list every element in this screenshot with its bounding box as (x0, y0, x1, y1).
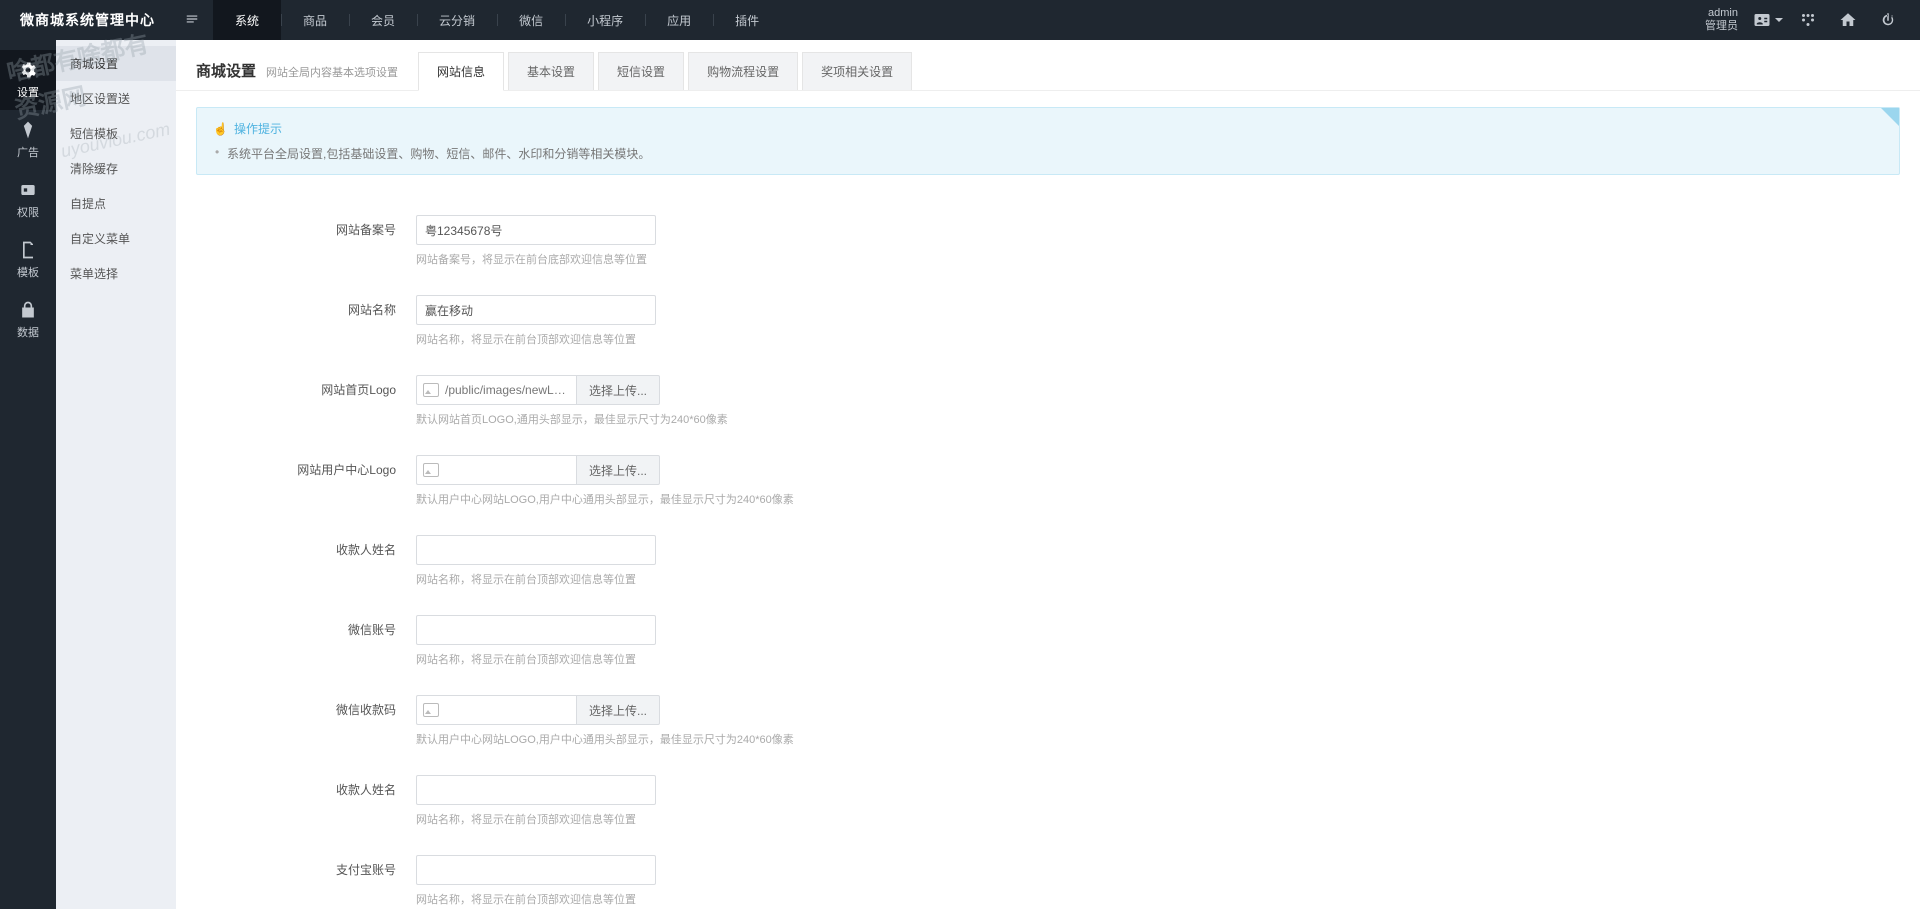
page-title: 商城设置 (196, 60, 256, 81)
upload-path (416, 695, 576, 725)
id-card-icon[interactable] (1748, 0, 1788, 40)
power-icon[interactable] (1868, 0, 1908, 40)
tab[interactable]: 网站信息 (418, 52, 504, 91)
top-bar: 微商城系统管理中心 系统商品会员云分销微信小程序应用插件 admin 管理员 (0, 0, 1920, 40)
sidebar-icon-gear[interactable]: 设置 (0, 50, 56, 110)
diamond-icon (18, 120, 38, 140)
form-label: 网站首页Logo (196, 375, 416, 398)
upload-path (416, 455, 576, 485)
sidebar-sub-item[interactable]: 菜单选择 (56, 256, 176, 291)
sidebar-sub-item[interactable]: 自定义菜单 (56, 221, 176, 256)
form-row: 微信收款码 选择上传... 默认用户中心网站LOGO,用户中心通用头部显示，最佳显示… (196, 681, 1900, 761)
form-row: 网站用户中心Logo 选择上传... 默认用户中心网站LOGO,用户中心通用头部显示… (196, 441, 1900, 521)
sidebar-submenu: 商城设置地区设置送短信模板清除缓存自提点自定义菜单菜单选择 (56, 40, 176, 909)
badge-icon (18, 180, 38, 200)
sidebar-icon-lock[interactable]: 数据 (0, 290, 56, 350)
sidebar-sub-item[interactable]: 地区设置送 (56, 81, 176, 116)
help-text: 网站名称，将显示在前台顶部欢迎信息等位置 (416, 331, 1900, 347)
form-row: 网站备案号网站备案号，将显示在前台底部欢迎信息等位置 (196, 201, 1900, 281)
tab[interactable]: 购物流程设置 (688, 52, 798, 90)
top-nav-item[interactable]: 微信 (497, 0, 565, 40)
help-text: 网站名称，将显示在前台顶部欢迎信息等位置 (416, 811, 1900, 827)
text-input[interactable] (416, 535, 656, 565)
user-name: admin (1705, 7, 1738, 20)
form-label: 收款人姓名 (196, 775, 416, 798)
top-nav-item[interactable]: 插件 (713, 0, 781, 40)
help-text: 默认网站首页LOGO,通用头部显示，最佳显示尺寸为240*60像素 (416, 411, 1900, 427)
sidebar-sub-item[interactable]: 清除缓存 (56, 151, 176, 186)
sidebar-sub-item[interactable]: 自提点 (56, 186, 176, 221)
tabs: 网站信息基本设置短信设置购物流程设置奖项相关设置 (418, 52, 916, 90)
help-text: 网站名称，将显示在前台顶部欢迎信息等位置 (416, 571, 1900, 587)
form-row: 支付宝账号网站名称，将显示在前台顶部欢迎信息等位置 (196, 841, 1900, 909)
tab[interactable]: 奖项相关设置 (802, 52, 912, 90)
sidebar-icon-badge[interactable]: 权限 (0, 170, 56, 230)
sidebar-icons: 设置广告权限模板数据 (0, 40, 56, 909)
sidebar-icon-diamond[interactable]: 广告 (0, 110, 56, 170)
top-nav-item[interactable]: 云分销 (417, 0, 497, 40)
form-label: 网站名称 (196, 295, 416, 318)
top-nav: 系统商品会员云分销微信小程序应用插件 (213, 0, 781, 40)
text-input[interactable] (416, 215, 656, 245)
upload-button[interactable]: 选择上传... (576, 695, 660, 725)
page-subtitle: 网站全局内容基本选项设置 (266, 64, 398, 80)
sidebar-sub-item[interactable]: 商城设置 (56, 46, 176, 81)
tab[interactable]: 短信设置 (598, 52, 684, 90)
top-nav-item[interactable]: 会员 (349, 0, 417, 40)
sidebar-collapse-button[interactable] (171, 12, 213, 29)
form-row: 微信账号网站名称，将显示在前台顶部欢迎信息等位置 (196, 601, 1900, 681)
form-row: 收款人姓名网站名称，将显示在前台顶部欢迎信息等位置 (196, 521, 1900, 601)
form-row: 收款人姓名网站名称，将显示在前台顶部欢迎信息等位置 (196, 761, 1900, 841)
form-label: 网站备案号 (196, 215, 416, 238)
tab[interactable]: 基本设置 (508, 52, 594, 90)
form-row: 网站首页Logo/public/images/newLogo.pn选择上传...… (196, 361, 1900, 441)
top-nav-item[interactable]: 应用 (645, 0, 713, 40)
upload-button[interactable]: 选择上传... (576, 375, 660, 405)
hand-icon: ☝ (213, 122, 228, 136)
text-input[interactable] (416, 295, 656, 325)
top-nav-item[interactable]: 系统 (213, 0, 281, 40)
alert-title: 操作提示 (234, 122, 282, 136)
text-input[interactable] (416, 615, 656, 645)
text-input[interactable] (416, 775, 656, 805)
help-text: 网站名称，将显示在前台顶部欢迎信息等位置 (416, 891, 1900, 907)
form-label: 支付宝账号 (196, 855, 416, 878)
form-label: 网站用户中心Logo (196, 455, 416, 478)
tip-alert: ☝ 操作提示 系统平台全局设置,包括基础设置、购物、短信、邮件、水印和分销等相关模… (196, 107, 1900, 175)
sidebar-icon-doc[interactable]: 模板 (0, 230, 56, 290)
form-label: 收款人姓名 (196, 535, 416, 558)
upload-button[interactable]: 选择上传... (576, 455, 660, 485)
help-text: 网站备案号，将显示在前台底部欢迎信息等位置 (416, 251, 1900, 267)
logo-text: 微商城系统管理中心 (0, 10, 171, 30)
form-label: 微信收款码 (196, 695, 416, 718)
lock-icon (18, 300, 38, 320)
top-nav-item[interactable]: 小程序 (565, 0, 645, 40)
doc-icon (18, 240, 38, 260)
top-nav-item[interactable]: 商品 (281, 0, 349, 40)
home-icon[interactable] (1828, 0, 1868, 40)
alert-corner-icon (1881, 108, 1899, 126)
settings-form: 网站备案号网站备案号，将显示在前台底部欢迎信息等位置网站名称网站名称，将显示在前… (176, 191, 1920, 909)
content-area: 商城设置 网站全局内容基本选项设置 网站信息基本设置短信设置购物流程设置奖项相关… (176, 40, 1920, 909)
help-text: 默认用户中心网站LOGO,用户中心通用头部显示，最佳显示尺寸为240*60像素 (416, 491, 1900, 507)
apps-icon[interactable] (1788, 0, 1828, 40)
form-label: 微信账号 (196, 615, 416, 638)
upload-path: /public/images/newLogo.pn (416, 375, 576, 405)
sidebar-sub-item[interactable]: 短信模板 (56, 116, 176, 151)
text-input[interactable] (416, 855, 656, 885)
gear-icon (18, 60, 38, 80)
form-row: 网站名称网站名称，将显示在前台顶部欢迎信息等位置 (196, 281, 1900, 361)
help-text: 默认用户中心网站LOGO,用户中心通用头部显示，最佳显示尺寸为240*60像素 (416, 731, 1900, 747)
user-role: 管理员 (1705, 20, 1738, 33)
alert-body: 系统平台全局设置,包括基础设置、购物、短信、邮件、水印和分销等相关模块。 (213, 145, 1883, 162)
help-text: 网站名称，将显示在前台顶部欢迎信息等位置 (416, 651, 1900, 667)
user-block[interactable]: admin 管理员 (1695, 7, 1748, 33)
